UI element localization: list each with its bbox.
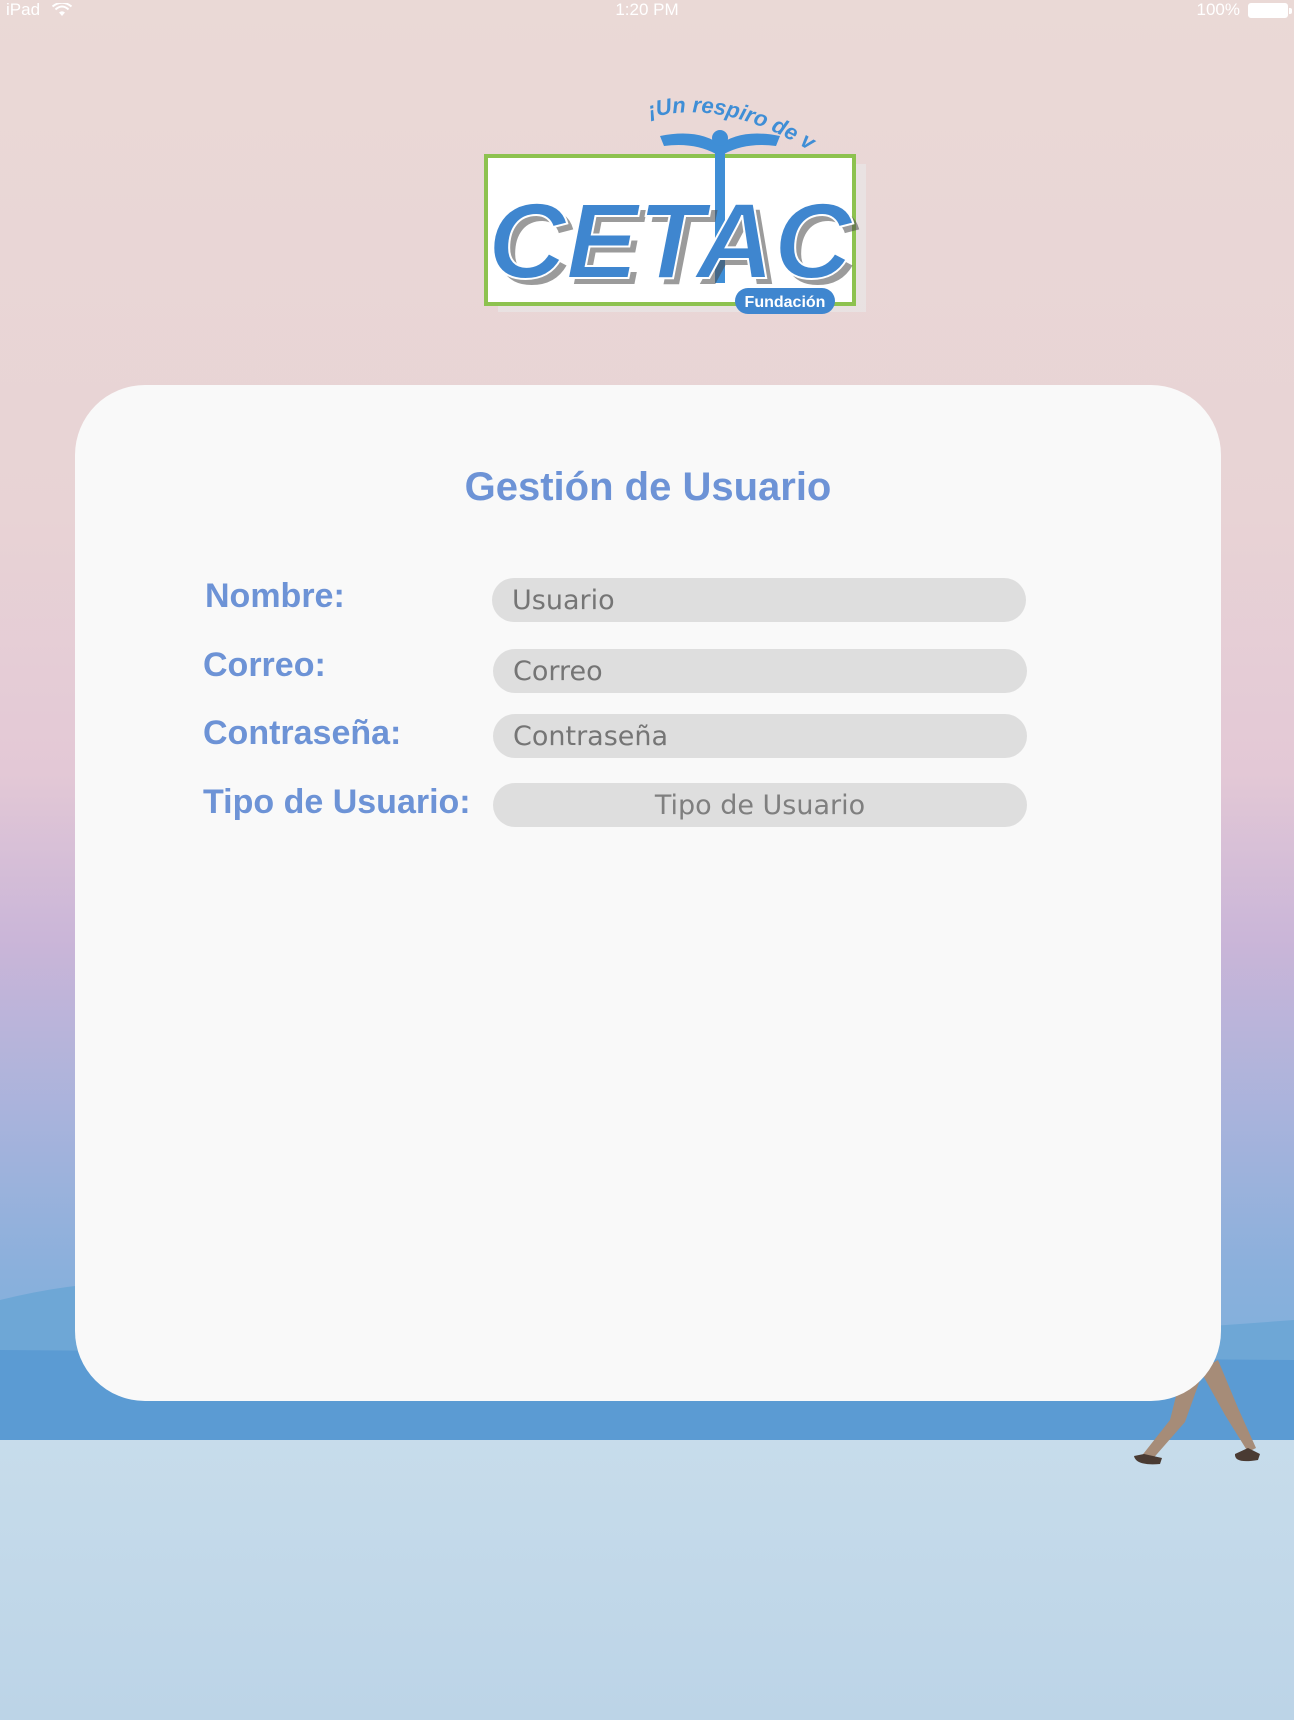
clock: 1:20 PM bbox=[615, 0, 679, 19]
user-type-picker[interactable]: Tipo de Usuario bbox=[493, 783, 1027, 827]
page-title: Gestión de Usuario bbox=[464, 465, 832, 509]
email-label: Correo: bbox=[203, 646, 326, 684]
name-label: Nombre: bbox=[205, 577, 345, 615]
status-bar: iPad 1:20 PM 100% bbox=[0, 0, 1294, 22]
password-label: Contraseña: bbox=[203, 714, 402, 752]
svg-text:¡Un respiro de vida!: ¡Un respiro de vida! bbox=[460, 88, 821, 156]
battery-percentage: 100% bbox=[1196, 0, 1240, 19]
user-type-label: Tipo de Usuario: bbox=[203, 783, 471, 821]
logo-name: CETAC bbox=[488, 180, 854, 301]
email-input[interactable] bbox=[493, 649, 1027, 693]
background-sand bbox=[0, 1440, 1294, 1720]
battery-icon bbox=[1248, 2, 1292, 18]
name-input[interactable] bbox=[492, 578, 1026, 622]
cetac-logo: ¡Un respiro de vida! CETAC CETAC Fundaci… bbox=[460, 88, 866, 314]
user-management-card: Gestión de Usuario Nombre: Correo: Contr… bbox=[75, 385, 1221, 1401]
logo-tagline: ¡Un respiro de vida! bbox=[460, 88, 821, 156]
password-input[interactable] bbox=[493, 714, 1027, 758]
logo-subtitle: Fundación bbox=[745, 294, 826, 311]
